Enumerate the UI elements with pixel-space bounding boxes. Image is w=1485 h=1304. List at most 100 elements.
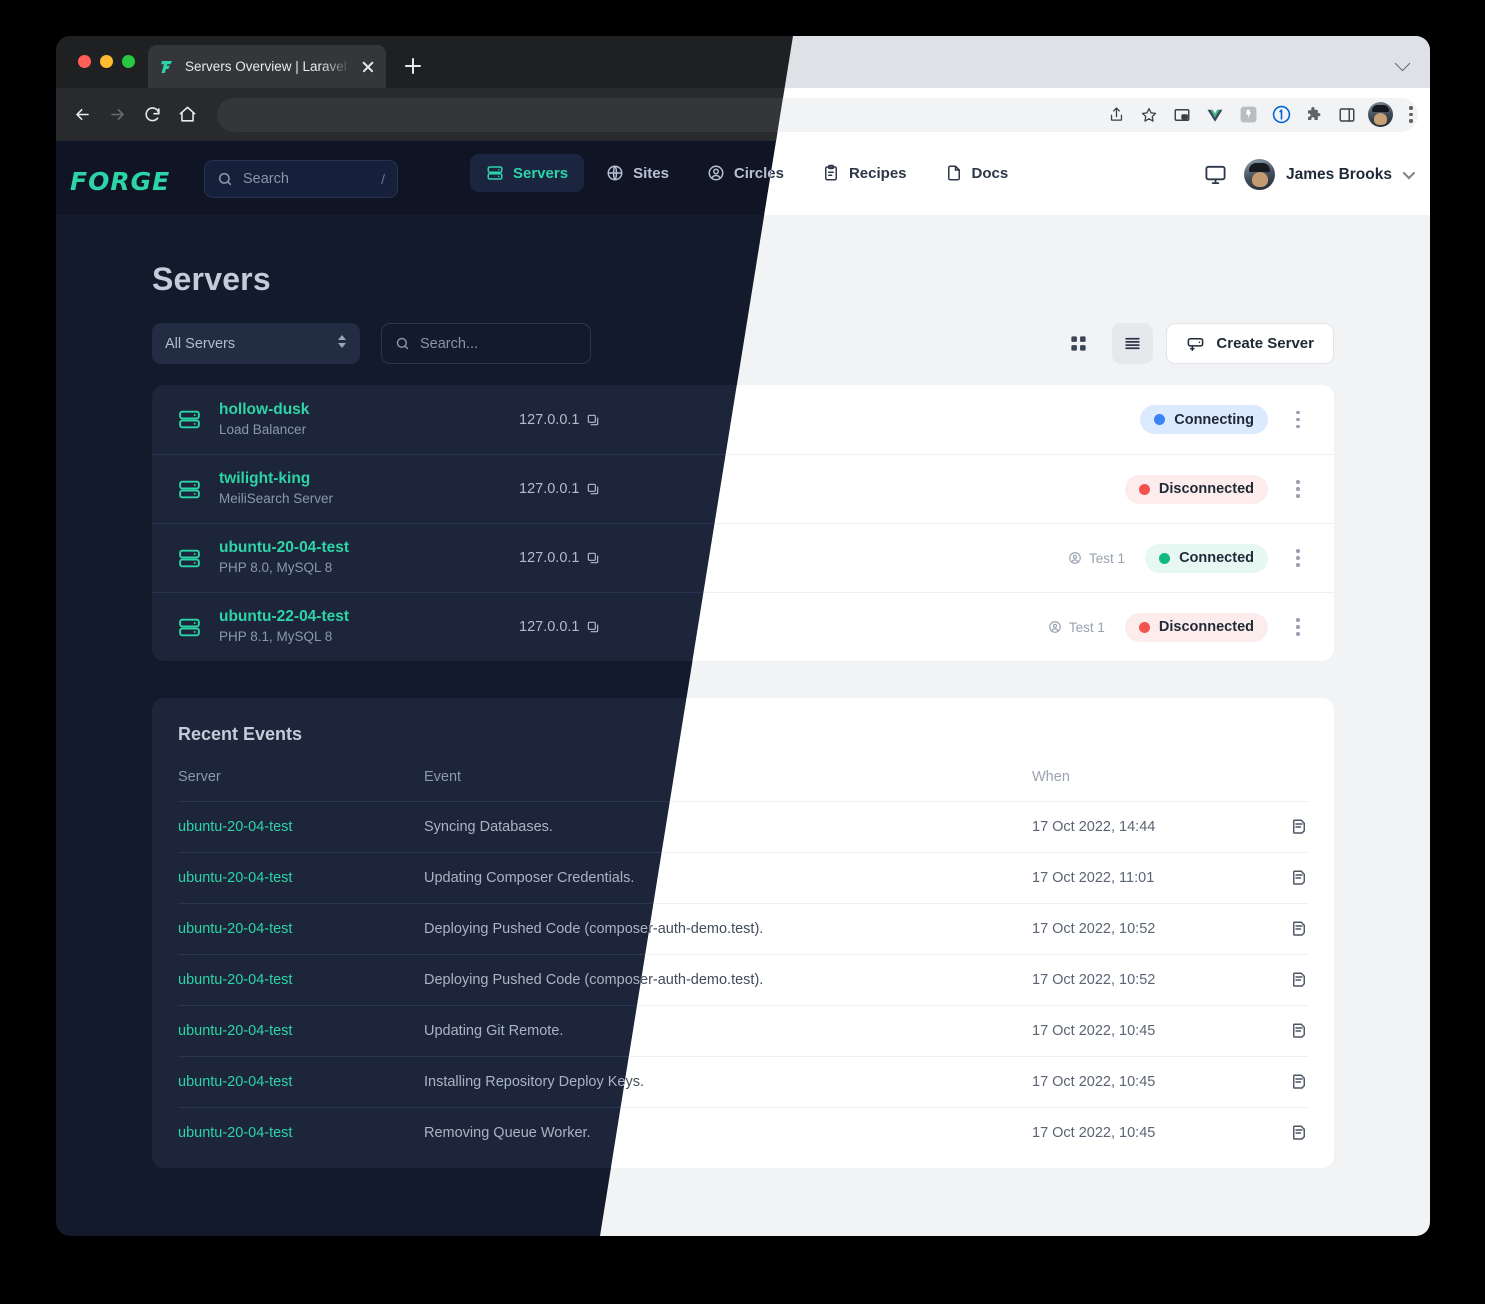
search-shortcut-hint: / xyxy=(381,171,385,187)
forge-logo[interactable]: FORGE xyxy=(70,167,170,196)
log-note-icon[interactable] xyxy=(1260,1124,1308,1142)
global-search-input[interactable]: Search / xyxy=(204,160,398,198)
event-log-icon-cell[interactable] xyxy=(1260,802,1308,853)
create-server-label: Create Server xyxy=(1216,335,1314,352)
profile-avatar[interactable] xyxy=(1368,102,1393,127)
server-icon xyxy=(176,407,203,432)
server-filter-select[interactable]: All Servers xyxy=(152,323,360,364)
event-server-link[interactable]: ubuntu-20-04-test xyxy=(178,1108,424,1159)
browser-tab[interactable]: Servers Overview | Laravel Forge xyxy=(148,45,386,88)
event-log-icon-cell[interactable] xyxy=(1260,1057,1308,1108)
server-ip-cell: 127.0.0.1 xyxy=(519,412,669,428)
status-label: Disconnected xyxy=(1158,481,1254,497)
chrome-menu-icon[interactable] xyxy=(1402,106,1420,123)
extensions-puzzle-icon[interactable] xyxy=(1302,103,1326,127)
row-menu-button[interactable] xyxy=(1286,480,1310,498)
server-name-link[interactable]: ubuntu-22-04-test xyxy=(219,607,519,628)
create-server-button[interactable]: Create Server xyxy=(1166,323,1334,364)
server-icon xyxy=(176,477,203,502)
forward-button[interactable] xyxy=(101,99,133,131)
grid-view-icon[interactable] xyxy=(1058,323,1099,364)
close-window-button[interactable] xyxy=(78,55,91,68)
server-name-link[interactable]: hollow-dusk xyxy=(219,400,519,421)
user-menu[interactable]: James Brooks xyxy=(1244,159,1416,190)
share-icon[interactable] xyxy=(1104,103,1128,127)
event-server-link[interactable]: ubuntu-20-04-test xyxy=(178,904,424,955)
column-header-server: Server xyxy=(178,769,221,785)
server-name-link[interactable]: ubuntu-20-04-test xyxy=(219,538,519,559)
event-timestamp: 17 Oct 2022, 11:01 xyxy=(1032,870,1155,886)
status-badge: Disconnected xyxy=(1124,474,1268,504)
picture-in-picture-icon[interactable] xyxy=(1170,103,1194,127)
reload-button[interactable] xyxy=(136,99,168,131)
server-filter-value: All Servers xyxy=(165,335,236,352)
server-ip: 127.0.0.1 xyxy=(519,411,580,428)
event-server-link[interactable]: ubuntu-20-04-test xyxy=(178,802,424,853)
event-server-link[interactable]: ubuntu-20-04-test xyxy=(178,955,424,1006)
1password-icon[interactable] xyxy=(1269,103,1293,127)
copy-icon[interactable] xyxy=(586,551,600,565)
nav-item-servers[interactable]: Servers xyxy=(470,154,585,192)
nav-item-sites[interactable]: Sites xyxy=(590,154,685,192)
copy-icon[interactable] xyxy=(586,413,600,427)
log-note-icon[interactable] xyxy=(1260,869,1308,887)
home-button[interactable] xyxy=(171,99,203,131)
globe-icon xyxy=(606,164,624,182)
column-header-actions xyxy=(1260,769,1308,802)
server-name-link[interactable]: twilight-king xyxy=(219,469,519,490)
row-menu-button[interactable] xyxy=(1286,549,1310,567)
status-badge: Connected xyxy=(1145,543,1268,573)
nav-item-recipes[interactable]: Recipes xyxy=(806,154,923,192)
log-note-icon[interactable] xyxy=(1260,1022,1308,1040)
back-button[interactable] xyxy=(66,99,98,131)
log-note-icon[interactable] xyxy=(1260,920,1308,938)
maximize-window-button[interactable] xyxy=(122,55,135,68)
star-icon[interactable] xyxy=(1137,103,1161,127)
server-tag-label: Test 1 xyxy=(1068,619,1105,635)
view-tools: Create Server xyxy=(1058,323,1334,364)
nav-label-servers: Servers xyxy=(513,164,569,182)
event-server-link[interactable]: ubuntu-20-04-test xyxy=(178,1006,424,1057)
document-icon xyxy=(945,164,963,182)
event-server-link[interactable]: ubuntu-20-04-test xyxy=(178,853,424,904)
event-log-icon-cell[interactable] xyxy=(1260,955,1308,1006)
server-name-cell: hollow-dusk Load Balancer xyxy=(219,400,519,440)
window-controls[interactable] xyxy=(78,55,135,68)
log-note-icon[interactable] xyxy=(1260,1073,1308,1091)
vue-devtools-icon[interactable] xyxy=(1203,103,1227,127)
monitor-icon[interactable] xyxy=(1204,163,1227,186)
chevron-down-icon[interactable] xyxy=(1394,55,1411,72)
row-menu-button[interactable] xyxy=(1286,410,1310,429)
nav-item-docs[interactable]: Docs xyxy=(929,154,1025,192)
event-log-icon-cell[interactable] xyxy=(1260,853,1308,904)
event-server-link[interactable]: ubuntu-20-04-test xyxy=(178,1057,424,1108)
list-view-icon[interactable] xyxy=(1112,323,1154,364)
copy-icon[interactable] xyxy=(586,620,600,634)
side-panel-icon[interactable] xyxy=(1335,103,1359,127)
forge-favicon-icon xyxy=(158,58,176,76)
event-timestamp: 17 Oct 2022, 10:45 xyxy=(1032,1074,1156,1090)
row-menu-button[interactable] xyxy=(1286,618,1310,636)
close-tab-icon[interactable] xyxy=(360,59,376,75)
event-log-icon-cell[interactable] xyxy=(1260,904,1308,955)
copy-icon[interactable] xyxy=(586,482,600,496)
minimize-window-button[interactable] xyxy=(100,55,113,68)
server-name-cell: ubuntu-20-04-test PHP 8.0, MySQL 8 xyxy=(219,538,519,578)
log-note-icon[interactable] xyxy=(1260,971,1308,989)
log-note-icon[interactable] xyxy=(1260,818,1308,836)
search-icon xyxy=(217,171,233,187)
status-label: Connecting xyxy=(1174,411,1254,428)
clipboard-icon xyxy=(822,164,840,182)
status-badge: Disconnected xyxy=(1124,612,1268,642)
server-tag: Test 1 xyxy=(1048,620,1105,635)
browser-window: Servers Overview | Laravel Forge xyxy=(56,36,1430,1236)
status-badge: Connecting xyxy=(1140,405,1268,434)
react-icon[interactable] xyxy=(1236,103,1260,127)
nav-label-sites: Sites xyxy=(633,164,669,182)
new-tab-button[interactable] xyxy=(400,53,426,79)
server-subtitle: Load Balancer xyxy=(219,421,307,437)
server-search-input[interactable]: Search... xyxy=(381,323,591,364)
event-log-icon-cell[interactable] xyxy=(1260,1006,1308,1057)
server-ip: 127.0.0.1 xyxy=(519,619,580,635)
event-log-icon-cell[interactable] xyxy=(1260,1108,1308,1159)
